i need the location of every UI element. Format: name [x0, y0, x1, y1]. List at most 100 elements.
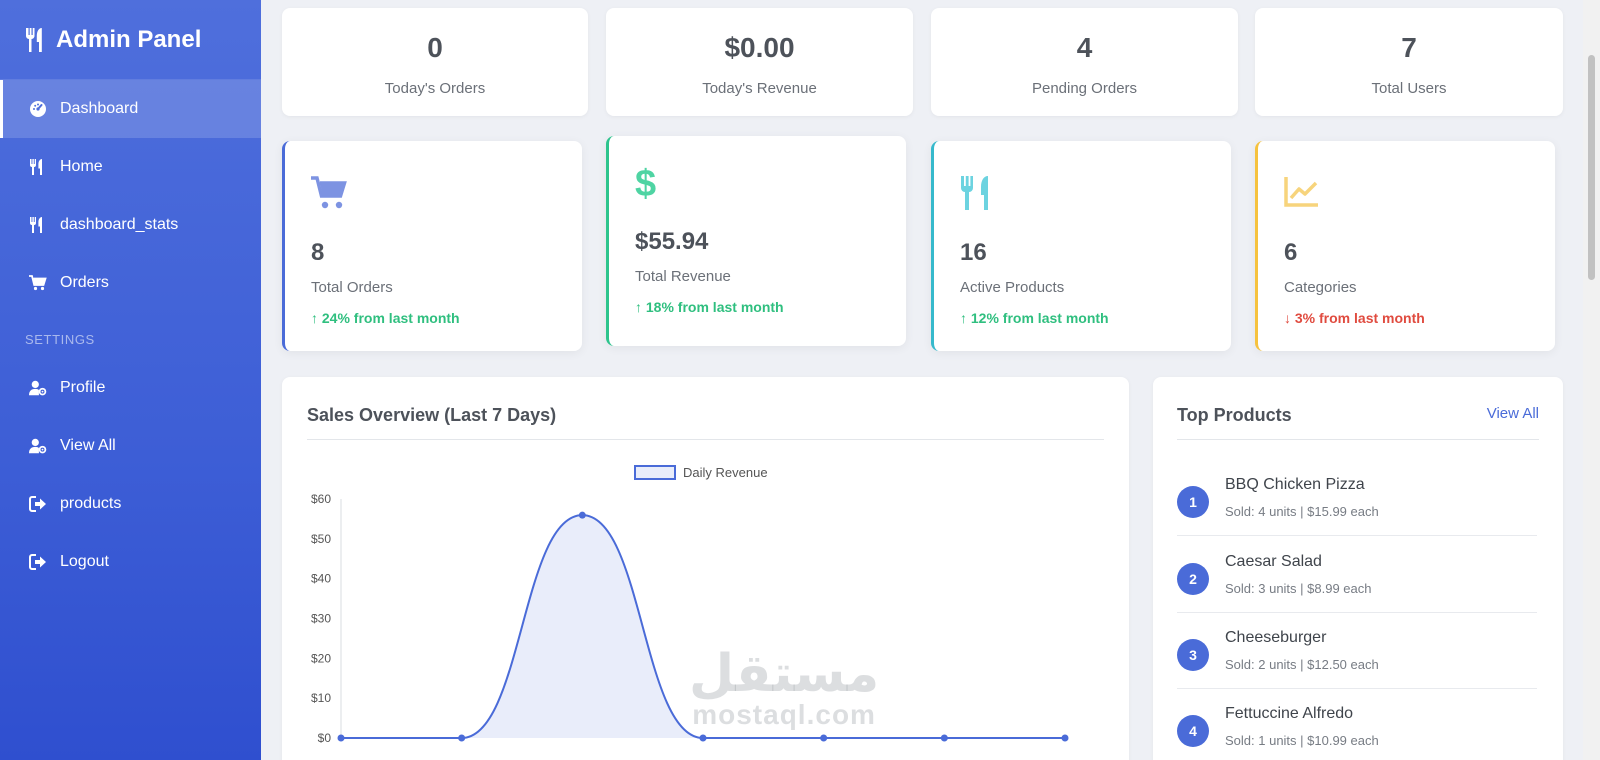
metric-value: $55.94 — [635, 228, 709, 255]
divider — [1177, 439, 1539, 440]
sidebar-item-label: dashboard_stats — [60, 216, 179, 233]
metric-card-total-revenue: $ $55.94 Total Revenue ↑ 18% from last m… — [606, 136, 906, 346]
utensils-icon — [960, 175, 1231, 215]
dashboard-icon — [28, 100, 48, 118]
stat-label: Total Users — [1371, 80, 1447, 97]
trend-text: 12% from last month — [970, 310, 1109, 326]
cart-icon — [28, 274, 48, 292]
sales-overview-panel: Sales Overview (Last 7 Days) $0 $10 $20 $30… — [282, 377, 1129, 760]
series-line — [341, 514, 1065, 739]
rank-badge: 4 — [1177, 715, 1209, 747]
rank-badge: 2 — [1177, 563, 1209, 595]
list-item[interactable]: 4 Fettuccine Alfredo Sold: 1 units | $10… — [1177, 689, 1537, 760]
data-point — [699, 734, 707, 742]
trend-text: 24% from last month — [321, 310, 460, 326]
user-cog-icon — [28, 437, 48, 455]
product-name: Caesar Salad — [1225, 553, 1322, 570]
stat-value: $0.00 — [724, 32, 795, 63]
sign-out-icon — [28, 495, 48, 513]
sidebar-item-dashboard[interactable]: Dashboard — [0, 80, 261, 138]
data-point — [940, 734, 948, 742]
stat-value: 7 — [1401, 32, 1417, 63]
rank-badge: 3 — [1177, 639, 1209, 671]
sidebar-item-logout[interactable]: Logout — [0, 533, 261, 591]
utensils-icon — [28, 216, 48, 234]
product-name: BBQ Chicken Pizza — [1225, 476, 1365, 493]
data-point — [578, 511, 586, 519]
page-scrollbar[interactable] — [1583, 0, 1600, 760]
view-all-link[interactable]: View All — [1487, 405, 1539, 422]
arrow-down-icon: ↓ — [1284, 310, 1291, 326]
y-tick-label: $50 — [311, 532, 331, 546]
sidebar-item-home[interactable]: Home — [0, 138, 261, 196]
main-content: 0 Today's Orders $0.00 Today's Revenue 4… — [261, 0, 1583, 760]
top-products-panel: Top Products View All 1 BBQ Chicken Pizz… — [1153, 377, 1563, 760]
product-meta: Sold: 1 units | $10.99 each — [1225, 733, 1379, 748]
metric-label: Total Orders — [311, 279, 393, 296]
metric-trend: ↓ 3% from last month — [1284, 310, 1555, 326]
stat-card-todays-revenue: $0.00 Today's Revenue — [606, 8, 913, 116]
metric-label: Active Products — [960, 279, 1065, 296]
trend-text: 3% from last month — [1294, 310, 1425, 326]
legend-label: Daily Revenue — [683, 465, 768, 480]
arrow-up-icon: ↑ — [311, 310, 318, 326]
stat-card-todays-orders: 0 Today's Orders — [282, 8, 588, 116]
sales-chart: $0 $10 $20 $30 $40 $50 $60 Daily Revenue — [311, 465, 1069, 745]
brand[interactable]: Admin Panel — [0, 0, 261, 80]
product-meta: Sold: 4 units | $15.99 each — [1225, 504, 1379, 519]
trend-text: 18% from last month — [645, 299, 784, 315]
stat-label: Today's Orders — [384, 80, 486, 97]
sidebar-item-dashboard-stats[interactable]: dashboard_stats — [0, 196, 261, 254]
sidebar-item-profile[interactable]: Profile — [0, 359, 261, 417]
y-tick-label: $0 — [318, 731, 332, 745]
product-name: Cheeseburger — [1225, 629, 1327, 646]
brand-title: Admin Panel — [56, 25, 202, 53]
data-point — [1061, 734, 1069, 742]
list-item[interactable]: 1 BBQ Chicken Pizza Sold: 4 units | $15.… — [1177, 460, 1537, 536]
y-tick-label: $60 — [311, 492, 331, 506]
chart-line-icon — [1284, 175, 1555, 215]
metric-card-total-orders: 8 Total Orders ↑ 24% from last month — [282, 141, 582, 351]
list-item[interactable]: 3 Cheeseburger Sold: 2 units | $12.50 ea… — [1177, 613, 1537, 689]
metric-trend: ↑ 18% from last month — [635, 299, 906, 315]
arrow-up-icon: ↑ — [635, 299, 642, 315]
y-tick-label: $20 — [311, 651, 331, 665]
metric-label: Total Revenue — [635, 268, 731, 285]
nav-heading-settings: SETTINGS — [25, 332, 95, 347]
metric-trend: ↑ 24% from last month — [311, 310, 582, 326]
sidebar: Admin Panel MAIN NAVIGATION Dashboard Ho… — [0, 0, 409, 760]
list-item[interactable]: 2 Caesar Salad Sold: 3 units | $8.99 eac… — [1177, 537, 1537, 613]
arrow-up-icon: ↑ — [960, 310, 967, 326]
metric-card-categories: 6 Categories ↓ 3% from last month — [1255, 141, 1555, 351]
utensils-icon — [26, 27, 42, 52]
product-name: Fettuccine Alfredo — [1225, 705, 1354, 722]
sidebar-item-label: Home — [60, 158, 103, 175]
sidebar-item-label: Dashboard — [60, 100, 139, 117]
stat-card-pending-orders: 4 Pending Orders — [931, 8, 1238, 116]
legend-swatch — [634, 465, 676, 480]
sidebar-item-label: Profile — [60, 379, 106, 396]
sidebar-item-label: View All — [60, 437, 116, 454]
list-separator — [1177, 535, 1537, 536]
sidebar-item-products[interactable]: products — [0, 475, 261, 533]
sidebar-item-label: Orders — [60, 274, 109, 291]
metric-value: 8 — [311, 239, 325, 266]
scrollbar-thumb[interactable] — [1588, 55, 1595, 280]
metric-card-active-products: 16 Active Products ↑ 12% from last month — [931, 141, 1231, 351]
user-cog-icon — [28, 379, 48, 397]
metric-value: 16 — [960, 239, 987, 266]
sidebar-item-orders[interactable]: Orders — [0, 254, 261, 312]
product-meta: Sold: 2 units | $12.50 each — [1225, 657, 1379, 672]
cart-icon — [311, 175, 582, 215]
stat-value: 0 — [427, 32, 443, 63]
stat-value: 4 — [1076, 32, 1093, 63]
y-tick-label: $10 — [311, 691, 331, 705]
y-tick-label: $40 — [311, 572, 331, 586]
sidebar-item-view-all[interactable]: View All — [0, 417, 261, 475]
top-products-title: Top Products — [1177, 405, 1292, 425]
y-tick-label: $30 — [311, 612, 331, 626]
stat-label: Pending Orders — [1031, 80, 1138, 97]
utensils-icon — [28, 158, 48, 176]
sign-out-icon — [28, 553, 48, 571]
metric-value: 6 — [1284, 239, 1298, 266]
